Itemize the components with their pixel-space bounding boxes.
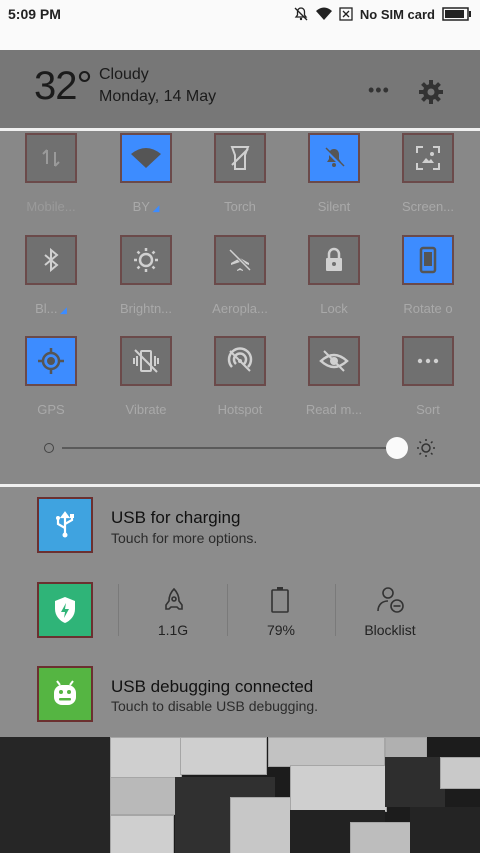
blocklist-label: Blocklist [364,622,416,638]
tile-label: Screen... [401,199,455,214]
android-icon [54,680,76,705]
usb-app-icon [37,497,93,553]
tile-label: GPS [37,402,65,417]
battery-icon [442,7,471,21]
rotate-icon [419,246,437,274]
silent-bell-icon [294,7,308,21]
hotspot-icon [227,347,253,372]
status-icons: No SIM card [293,4,472,24]
tile-torch[interactable] [214,133,266,183]
lock-icon [326,247,342,271]
mobile-data-icon [42,149,60,167]
tile-brightness[interactable] [120,235,172,285]
tile-gps[interactable] [25,336,77,386]
weather-condition: Cloudy [99,66,149,83]
brightness-slider-thumb[interactable] [386,437,408,459]
status-time: 5:09 PM [8,6,61,22]
screenshot-icon [416,146,440,170]
wifi-icon [131,148,161,168]
tile-label: Bl... ◢ [35,301,67,316]
tile-bluetooth[interactable] [25,235,77,285]
tile-screenshot[interactable] [402,133,454,183]
bluetooth-icon [44,248,59,272]
notification-title: USB for charging [111,508,241,527]
android-app-icon [37,666,93,722]
brightness-low-icon [44,443,54,453]
tile-lock[interactable] [308,235,360,285]
divider [335,584,336,636]
tile-label: Torch [224,199,256,214]
tile-mobile-data[interactable] [25,133,77,183]
gps-icon [38,348,64,374]
wallpaper [0,737,480,853]
tile-wifi[interactable] [120,133,172,183]
more-options-icon[interactable]: ••• [368,80,390,101]
tile-label: Vibrate [125,402,167,417]
carrier-label: No SIM card [359,6,435,22]
tile-sort[interactable] [402,336,454,386]
tile-label: Hotspot [217,402,263,417]
brightness-slider-track[interactable] [62,447,398,449]
tile-label: Aeropla... [212,301,268,316]
tile-label: Brightn... [119,301,173,316]
notification-subtitle: Touch to disable USB debugging. [111,698,319,714]
tile-silent[interactable] [308,133,360,183]
divider [0,128,480,131]
more-icon [417,358,439,364]
settings-gear-icon[interactable] [418,79,444,110]
vibrate-icon [133,349,159,373]
tile-hotspot[interactable] [214,336,266,386]
tile-aeroplane[interactable] [214,235,266,285]
person-block-icon [376,585,406,620]
memory-value: 1.1G [157,622,189,638]
tile-vibrate[interactable] [120,336,172,386]
divider [227,584,228,636]
notification-subtitle: Touch for more options. [111,530,258,546]
notification-title: USB debugging connected [111,677,314,696]
torch-icon [230,146,250,170]
tile-label: Read m... [305,402,363,417]
wifi-icon [315,7,332,20]
silent-bell-icon [323,147,345,169]
date-label: Monday, 14 May [99,88,217,105]
tile-label: BY ◢ [132,199,160,214]
rocket-icon [160,587,188,620]
shield-icon [55,597,75,623]
tile-label: Lock [320,301,348,316]
airplane-icon [228,248,252,272]
tile-reading-mode[interactable] [308,336,360,386]
security-app-icon[interactable] [37,582,93,638]
tile-label: Mobile... [26,199,76,214]
battery-icon [269,586,291,619]
brightness-icon [134,248,158,272]
tile-label: Sort [416,402,440,417]
tile-rotate[interactable] [402,235,454,285]
auto-brightness-icon[interactable] [416,438,436,463]
battery-value: 79% [266,622,296,638]
tile-label: Rotate o [403,301,453,316]
divider [118,584,119,636]
usb-icon [56,511,74,538]
temperature: 32° [34,64,92,108]
no-sim-icon [339,7,353,21]
tile-label: Silent [317,199,351,214]
reading-mode-icon [319,350,349,372]
